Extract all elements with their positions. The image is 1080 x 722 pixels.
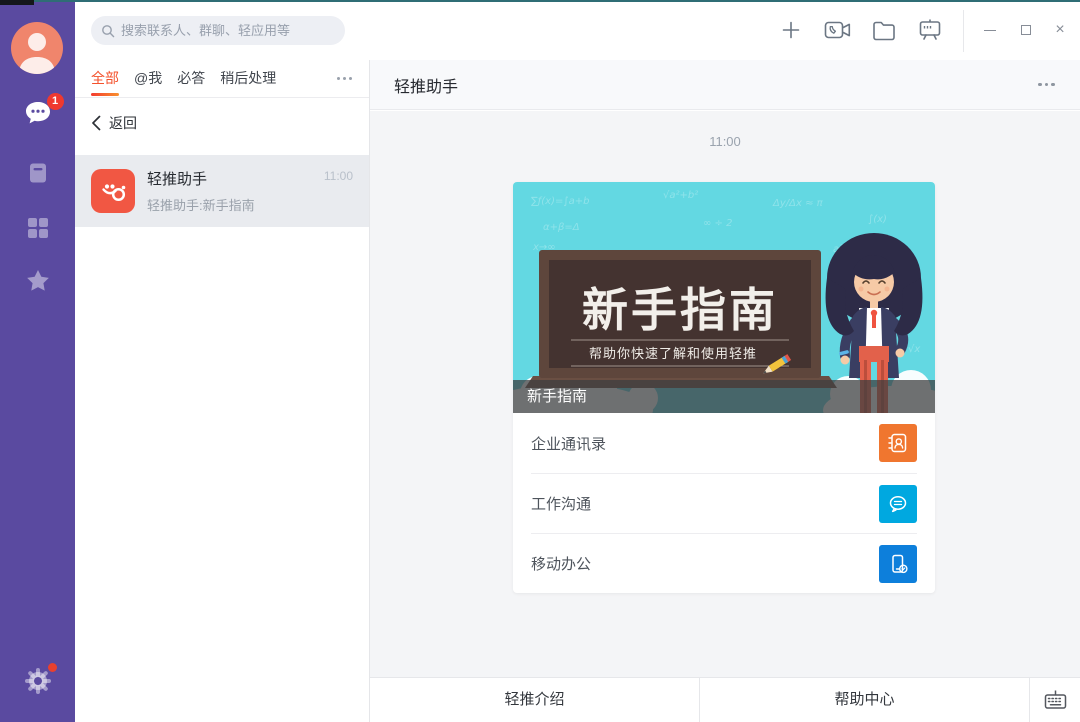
user-silhouette-icon xyxy=(11,22,63,74)
conversation-time: 11:00 xyxy=(324,169,353,183)
close-icon: × xyxy=(1055,22,1064,38)
screen-board-icon xyxy=(918,18,942,42)
card-item-work-chat[interactable]: 工作沟通 xyxy=(531,473,917,533)
sidebar-item-settings[interactable] xyxy=(0,666,75,701)
folder-button[interactable] xyxy=(866,12,902,48)
tab-mentions[interactable]: @我 xyxy=(134,60,162,98)
tab-all[interactable]: 全部 xyxy=(91,60,119,98)
hero-caption: 新手指南 xyxy=(513,380,935,413)
qingtui-assistant-logo-icon xyxy=(91,169,135,213)
close-button[interactable]: × xyxy=(1044,14,1076,46)
chat-footer: 轻推介绍 帮助中心 xyxy=(370,677,1080,722)
hero-illustration: ∑ƒ(x)=∫a+b √a²+b² Δy/Δx ≈ π ∫(x) α+β=Δ ∞… xyxy=(513,182,935,413)
svg-text:α+β=Δ: α+β=Δ xyxy=(543,222,580,233)
filter-tabs: 全部 @我 必答 稍后处理 xyxy=(75,60,369,98)
video-call-button[interactable] xyxy=(819,12,855,48)
card-item-label: 企业通讯录 xyxy=(531,433,606,454)
conversation-list-panel: 全部 @我 必答 稍后处理 返回 轻推助手 xyxy=(75,60,370,722)
sidebar-item-apps[interactable] xyxy=(0,216,75,240)
svg-text:Δy/Δx ≈ π: Δy/Δx ≈ π xyxy=(772,198,824,209)
card-item-label: 移动办公 xyxy=(531,553,591,574)
minimize-icon xyxy=(984,30,996,31)
keyboard-icon xyxy=(1043,688,1068,712)
hero-subtitle: 帮助你快速了解和使用轻推 xyxy=(589,346,757,361)
sidebar-item-contacts[interactable] xyxy=(0,161,75,185)
keyboard-toggle-button[interactable] xyxy=(1030,678,1080,722)
conversation-item[interactable]: 轻推助手 轻推助手:新手指南 11:00 xyxy=(75,155,369,227)
chat-title: 轻推助手 xyxy=(394,73,458,97)
svg-text:∞ ÷ 2: ∞ ÷ 2 xyxy=(703,218,732,229)
app-window: 1 xyxy=(0,0,1080,722)
apps-grid-icon xyxy=(26,216,50,240)
chevron-left-icon xyxy=(91,115,101,131)
screen-share-button[interactable] xyxy=(912,12,948,48)
favorites-star-icon xyxy=(25,268,51,294)
conversation-preview: 轻推助手:新手指南 xyxy=(147,195,255,214)
hero-title: 新手指南 xyxy=(582,284,778,336)
tabs-more-icon[interactable] xyxy=(335,77,353,80)
card-item-mobile-office[interactable]: 移动办公 xyxy=(531,533,917,593)
search-icon xyxy=(101,24,115,38)
svg-text:∑ƒ(x)=∫a+b: ∑ƒ(x)=∫a+b xyxy=(531,196,589,207)
settings-gear-icon xyxy=(23,666,53,696)
contacts-book-icon xyxy=(26,161,50,185)
tab-handle-later[interactable]: 稍后处理 xyxy=(220,60,276,98)
svg-text:√a²+b²: √a²+b² xyxy=(663,190,698,201)
svg-text:√x: √x xyxy=(908,344,920,355)
video-call-icon xyxy=(824,19,851,41)
plus-button[interactable] xyxy=(773,12,809,48)
window-top-edge xyxy=(0,0,1080,2)
conversation-title: 轻推助手 xyxy=(147,168,255,189)
maximize-button[interactable] xyxy=(1010,14,1042,46)
message-card[interactable]: ∑ƒ(x)=∫a+b √a²+b² Δy/Δx ≈ π ∫(x) α+β=Δ ∞… xyxy=(513,182,935,593)
work-chat-icon xyxy=(879,485,917,523)
search-input[interactable] xyxy=(121,23,335,38)
mobile-office-icon xyxy=(879,545,917,583)
back-button[interactable]: 返回 xyxy=(75,98,369,148)
avatar[interactable] xyxy=(11,22,63,74)
unread-badge: 1 xyxy=(47,93,64,110)
plus-icon xyxy=(781,20,801,40)
window-top-corner xyxy=(0,0,34,5)
toolbar-divider xyxy=(963,10,964,52)
chat-header: 轻推助手 xyxy=(370,60,1080,110)
help-center-button[interactable]: 帮助中心 xyxy=(700,678,1030,722)
intro-button[interactable]: 轻推介绍 xyxy=(370,678,700,722)
search-box[interactable] xyxy=(91,16,345,45)
back-label: 返回 xyxy=(109,113,137,133)
sidebar-item-chats[interactable]: 1 xyxy=(0,100,75,131)
message-timestamp: 11:00 xyxy=(370,111,1080,149)
hero-image: ∑ƒ(x)=∫a+b √a²+b² Δy/Δx ≈ π ∫(x) α+β=Δ ∞… xyxy=(513,182,935,413)
minimize-button[interactable] xyxy=(974,14,1006,46)
card-item-contacts[interactable]: 企业通讯录 xyxy=(531,413,917,473)
card-item-label: 工作沟通 xyxy=(531,493,591,514)
chat-panel: 轻推助手 11:00 ∑ƒ(x)=∫a+b √a²+b² Δy/Δx ≈ π ∫… xyxy=(370,60,1080,722)
chat-body: 11:00 ∑ƒ(x)=∫a+b √a²+b² Δy/Δx ≈ π ∫(x) α… xyxy=(370,111,1080,677)
svg-text:∫(x): ∫(x) xyxy=(868,214,887,225)
sidebar-item-favorites[interactable] xyxy=(0,268,75,294)
folder-icon xyxy=(872,20,896,41)
settings-notification-dot xyxy=(48,663,57,672)
chat-more-icon[interactable] xyxy=(1037,83,1057,87)
contacts-icon xyxy=(879,424,917,462)
app-sidebar: 1 xyxy=(0,0,75,722)
tab-must-reply[interactable]: 必答 xyxy=(177,60,205,98)
maximize-icon xyxy=(1021,25,1031,35)
